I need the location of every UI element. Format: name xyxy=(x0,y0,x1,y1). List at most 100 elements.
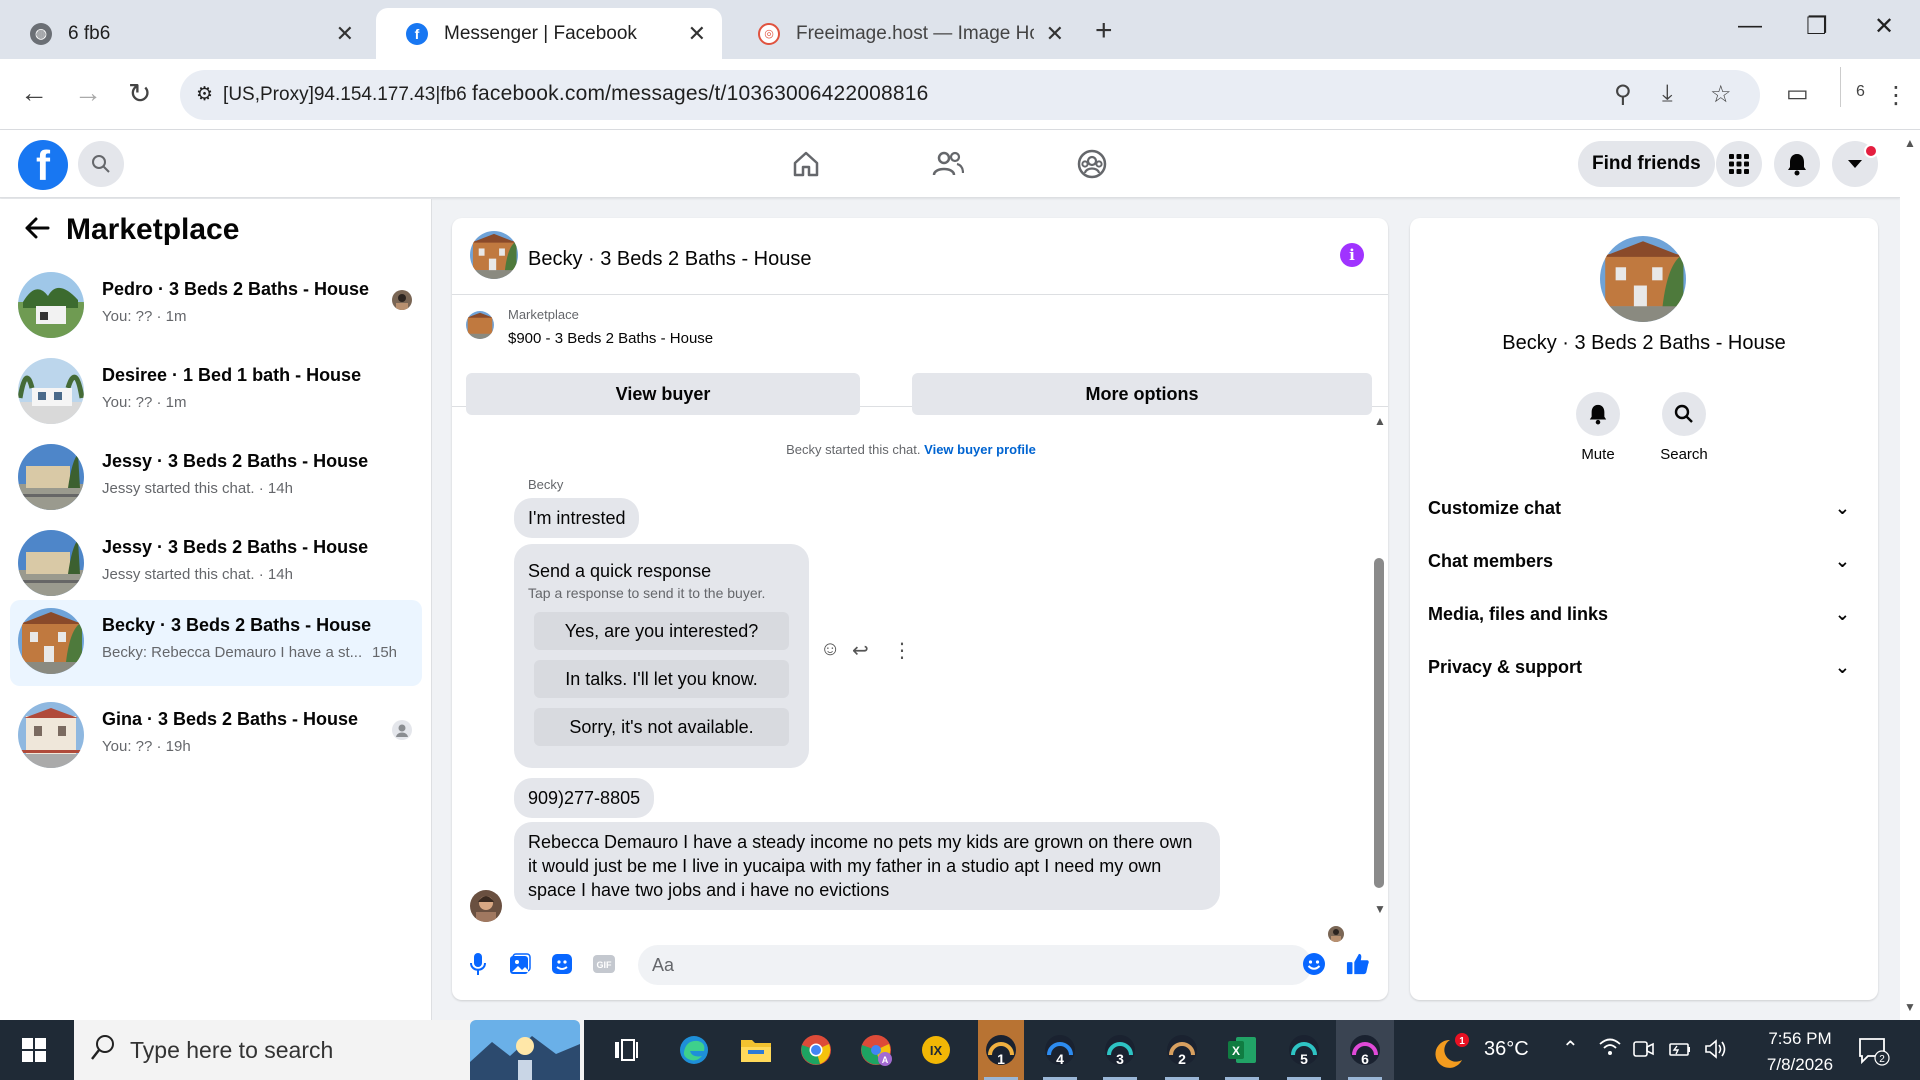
info-icon[interactable]: i xyxy=(1340,243,1364,267)
site-info[interactable]: ⚙ [US,Proxy]94.154.177.43|fb6 xyxy=(196,83,467,106)
edge-icon[interactable] xyxy=(674,1030,714,1070)
section-privacy-support[interactable]: Privacy & support ⌄ xyxy=(1428,647,1860,687)
chat-item-gina[interactable]: Gina · 3 Beds 2 Baths - House You: ?? · … xyxy=(10,694,422,778)
friends-icon[interactable] xyxy=(928,144,968,184)
tab-messenger[interactable]: f Messenger | Facebook ✕ xyxy=(376,8,722,59)
meet-now-icon[interactable] xyxy=(1632,1038,1654,1065)
section-chat-members[interactable]: Chat members ⌄ xyxy=(1428,541,1860,581)
ix-browser-icon[interactable]: IX xyxy=(916,1030,956,1070)
emoji-icon[interactable] xyxy=(1302,952,1326,976)
profile-browser-icon-1[interactable]: 1 xyxy=(978,1020,1024,1080)
message-bubble[interactable]: I'm intrested xyxy=(514,498,640,538)
back-icon[interactable]: ← xyxy=(20,77,48,109)
groups-icon[interactable] xyxy=(1072,144,1112,184)
bookmark-star-icon[interactable]: ☆ xyxy=(1710,80,1732,109)
profile-count[interactable]: 6 xyxy=(1856,83,1865,101)
new-tab-button[interactable]: + xyxy=(1095,14,1113,48)
conversation-avatar[interactable] xyxy=(470,231,518,279)
weather-icon[interactable]: 1 xyxy=(1432,1032,1472,1073)
view-buyer-profile-link[interactable]: View buyer profile xyxy=(924,442,1036,457)
message-bubble[interactable]: 909)277-8805 xyxy=(514,778,655,818)
close-tab-icon[interactable]: ✕ xyxy=(336,21,354,47)
tab-search-icon[interactable]: ▭ xyxy=(1786,79,1809,108)
url-text[interactable]: facebook.com/messages/t/1036300642200881… xyxy=(472,82,929,106)
microphone-icon[interactable] xyxy=(466,952,490,976)
profile-browser-icon-5[interactable]: 5 xyxy=(1284,1030,1324,1070)
chrome-icon[interactable] xyxy=(796,1030,836,1070)
reply-icon[interactable]: ↩ xyxy=(852,638,869,663)
profile-browser-icon-6[interactable]: 6 xyxy=(1336,1020,1394,1080)
scroll-up-icon[interactable]: ▲ xyxy=(1904,136,1916,150)
install-app-icon[interactable]: ⤓ xyxy=(1662,80,1673,108)
tab-fb6[interactable]: ◍ 6 fb6 ✕ xyxy=(0,8,370,59)
file-explorer-icon[interactable] xyxy=(736,1030,776,1070)
close-tab-icon[interactable]: ✕ xyxy=(1046,21,1064,47)
find-friends-button[interactable]: Find friends xyxy=(1578,141,1715,187)
quick-response-option[interactable]: In talks. I'll let you know. xyxy=(534,660,789,698)
chat-item-pedro[interactable]: Pedro · 3 Beds 2 Baths - House You: ?? ·… xyxy=(10,264,422,348)
search-icon xyxy=(1662,392,1706,436)
temperature-label[interactable]: 36°C xyxy=(1484,1038,1529,1061)
like-thumb-icon[interactable] xyxy=(1346,952,1370,976)
chrome-profile-icon[interactable]: A xyxy=(856,1030,896,1070)
restore-icon[interactable]: ❐ xyxy=(1806,12,1828,41)
excel-icon[interactable]: X xyxy=(1222,1030,1262,1070)
home-icon[interactable] xyxy=(786,144,826,184)
scroll-down-icon[interactable]: ▼ xyxy=(1374,902,1386,916)
search-conversation-button[interactable]: Search xyxy=(1644,392,1724,463)
gif-icon[interactable]: GIF xyxy=(592,952,616,976)
notification-center-icon[interactable]: 2 xyxy=(1858,1036,1890,1071)
back-arrow-icon[interactable] xyxy=(24,213,50,247)
mute-button[interactable]: Mute xyxy=(1558,392,1638,463)
taskbar-search-input[interactable]: Type here to search xyxy=(74,1020,584,1080)
task-view-icon[interactable] xyxy=(606,1030,646,1070)
scroll-down-icon[interactable]: ▼ xyxy=(1904,1000,1916,1014)
volume-icon[interactable] xyxy=(1704,1038,1728,1065)
sticker-icon[interactable] xyxy=(550,952,574,976)
battery-icon[interactable] xyxy=(1668,1038,1692,1065)
tab-freeimage[interactable]: ◎ Freeimage.host — Image Hosti ✕ xyxy=(728,8,1080,59)
forward-icon[interactable]: → xyxy=(74,77,102,109)
facebook-logo-icon[interactable]: f xyxy=(18,140,68,190)
more-actions-icon[interactable]: ⋮ xyxy=(892,638,912,663)
wifi-icon[interactable] xyxy=(1598,1036,1622,1063)
listing-name[interactable]: $900 - 3 Beds 2 Baths - House xyxy=(508,330,713,347)
page-scrollbar[interactable]: ▲ ▼ xyxy=(1900,130,1920,1020)
section-customize-chat[interactable]: Customize chat ⌄ xyxy=(1428,488,1860,528)
quick-response-option[interactable]: Sorry, it's not available. xyxy=(534,708,789,746)
menu-grid-icon[interactable] xyxy=(1716,141,1762,187)
message-scrollbar[interactable]: ▲ ▼ xyxy=(1368,408,1388,920)
chat-item-becky[interactable]: Becky · 3 Beds 2 Baths - House Becky: Re… xyxy=(10,600,422,686)
close-window-icon[interactable]: ✕ xyxy=(1874,12,1894,41)
scroll-thumb[interactable] xyxy=(1374,558,1384,888)
notifications-bell-icon[interactable] xyxy=(1774,141,1820,187)
scroll-up-icon[interactable]: ▲ xyxy=(1374,414,1386,428)
windows-start-icon[interactable] xyxy=(22,1038,46,1067)
tune-icon: ⚙ xyxy=(196,84,214,105)
conversation-title[interactable]: Becky · 3 Beds 2 Baths - House xyxy=(528,248,811,271)
section-media-files-links[interactable]: Media, files and links ⌄ xyxy=(1428,594,1860,634)
message-input[interactable]: Aa xyxy=(638,945,1312,985)
minimize-icon[interactable]: — xyxy=(1738,12,1762,40)
close-tab-icon[interactable]: ✕ xyxy=(688,21,706,47)
show-hidden-icons-icon[interactable]: ⌃ xyxy=(1562,1036,1579,1061)
sender-avatar[interactable] xyxy=(470,890,502,922)
svg-text:6: 6 xyxy=(1361,1051,1369,1067)
zoom-icon[interactable]: ⚲ xyxy=(1614,80,1632,109)
chrome-menu-icon[interactable]: ⋮ xyxy=(1884,81,1908,110)
react-icon[interactable]: ☺ xyxy=(820,638,840,661)
message-bubble[interactable]: Rebecca Demauro I have a steady income n… xyxy=(514,822,1220,910)
profile-browser-icon-4[interactable]: 4 xyxy=(1040,1030,1080,1070)
address-bar[interactable]: ⚙ [US,Proxy]94.154.177.43|fb6 facebook.c… xyxy=(180,70,1760,120)
chat-item-jessy-2[interactable]: Jessy · 3 Beds 2 Baths - House Jessy sta… xyxy=(10,522,422,606)
svg-text:1: 1 xyxy=(997,1051,1005,1067)
chat-item-jessy-1[interactable]: Jessy · 3 Beds 2 Baths - House Jessy sta… xyxy=(10,436,422,520)
profile-browser-icon-2[interactable]: 2 xyxy=(1162,1030,1202,1070)
profile-browser-icon-3[interactable]: 3 xyxy=(1100,1030,1140,1070)
chat-item-desiree[interactable]: Desiree · 1 Bed 1 bath - House You: ?? ·… xyxy=(10,350,422,434)
quick-response-option[interactable]: Yes, are you interested? xyxy=(534,612,789,650)
photo-icon[interactable] xyxy=(508,952,532,976)
search-icon[interactable] xyxy=(78,141,124,187)
clock[interactable]: 7:56 PM 7/8/2026 xyxy=(1740,1026,1860,1078)
reload-icon[interactable]: ↻ xyxy=(128,77,151,110)
